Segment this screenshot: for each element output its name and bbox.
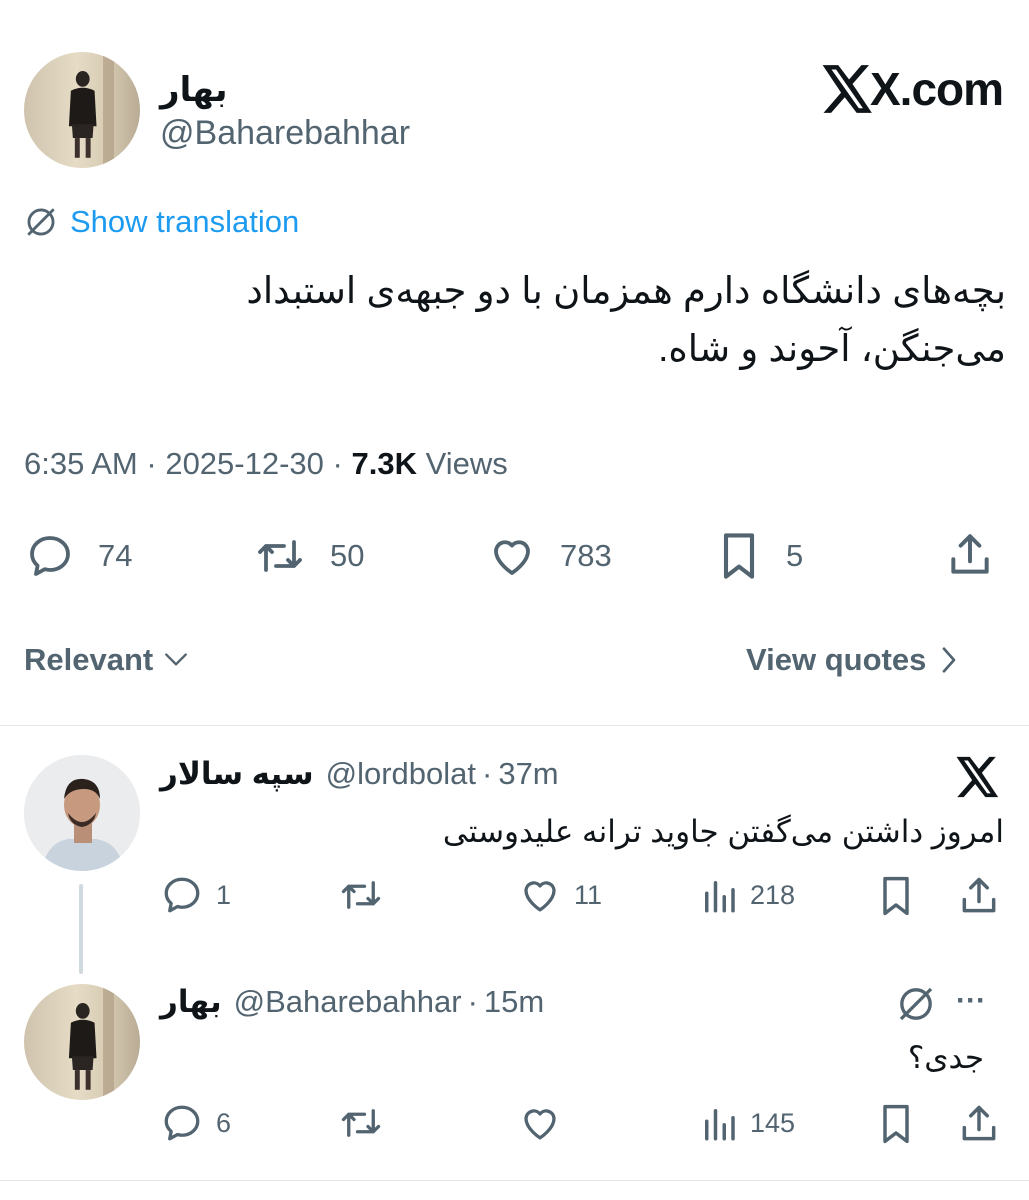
reply-icon [164,877,200,913]
repost-button[interactable]: 50 [252,532,364,580]
thread-connector [79,884,83,974]
more-icon: ··· [956,984,986,1017]
views-label: Views [425,446,508,481]
bookmark-button[interactable] [876,874,916,918]
reply-button[interactable]: 1 [160,874,231,916]
reply-header: بهار @Baharebahhar · 15m [160,984,544,1020]
bookmark-count: 5 [786,538,804,573]
tweet-date[interactable]: 2025-12-30 [165,446,324,481]
repost-button[interactable] [336,1102,386,1144]
show-translation-label: Show translation [70,204,300,239]
views-button[interactable]: 145 [700,1102,795,1144]
show-translation-link[interactable]: Show translation [24,204,299,240]
share-button[interactable] [956,874,1002,918]
view-quotes-label: View quotes [746,642,927,677]
views-count: 218 [750,879,796,910]
reply-author-handle[interactable]: @lordbolat [326,756,476,792]
bookmark-button[interactable] [876,1102,916,1146]
like-icon [524,881,556,912]
meta-separator: · [146,446,157,481]
like-button[interactable]: 783 [486,532,612,580]
tweet-meta: 6:35 AM · 2025-12-30 · 7.3K Views [24,446,508,482]
reply-text: جدی؟ [907,1040,984,1075]
sort-dropdown[interactable]: Relevant [24,642,189,678]
reply-button[interactable]: 74 [24,532,132,580]
more-options-button[interactable]: ··· [956,984,986,1018]
reply-count: 6 [216,1107,232,1138]
share-icon [951,534,989,574]
reply-icon [164,1105,200,1141]
reply-avatar[interactable] [24,755,140,871]
like-icon [524,1109,556,1140]
share-button[interactable] [944,530,996,580]
translate-button[interactable] [896,984,936,1024]
chevron-down-icon [165,653,188,666]
reply-time[interactable]: 15m [484,984,544,1020]
views-count: 7.3K [351,446,417,481]
reply-avatar[interactable] [24,984,140,1100]
reply-time[interactable]: 37m [498,756,558,792]
like-count: 783 [560,538,612,573]
views-count: 145 [750,1107,796,1138]
section-divider [0,725,1029,726]
meta-separator: · [467,984,478,1019]
x-logo [956,756,1000,798]
person-silhouette [69,71,97,159]
meta-separator: · [332,446,343,481]
chevron-right-icon [942,647,956,673]
reply-text: امروز داشتن می‌گفتن جاوید ترانه علیدوستی [442,814,1004,849]
sort-label: Relevant [24,642,154,677]
tweet-text-line-1: بچه‌های دانشگاه دارم همزمان با دو جبهه‌ی… [246,270,1006,311]
reply-header: سپه سالار @lordbolat · 37m [160,756,559,792]
repost-button[interactable] [336,874,386,916]
share-button[interactable] [956,1102,1002,1146]
reply-author-handle[interactable]: @Baharebahhar [234,984,462,1020]
translate-icon [27,208,55,236]
person-silhouette [69,1003,97,1091]
reply-count: 1 [216,879,232,910]
x-logo-icon [956,756,999,798]
repost-icon [341,1109,381,1137]
views-button[interactable]: 218 [700,874,795,916]
bookmark-icon [883,876,909,916]
reply-button[interactable]: 6 [160,1102,231,1144]
view-quotes-link[interactable]: View quotes [746,642,958,678]
reply-icon [30,536,70,576]
section-divider [0,1180,1029,1181]
author-name[interactable]: بهار [160,70,360,110]
bookmark-icon [723,533,755,579]
repost-icon [258,540,302,572]
repost-count: 50 [330,538,365,573]
repost-icon [341,881,381,909]
like-button[interactable] [518,1102,562,1144]
tweet-text: بچه‌های دانشگاه دارم همزمان با دو جبهه‌ی… [24,262,1006,378]
tweet-text-line-2: می‌جنگن، آحوند و شاه. [658,328,1006,369]
reply-author-name[interactable]: بهار [160,984,222,1020]
share-icon [962,877,996,913]
bookmark-button[interactable]: 5 [716,530,803,582]
like-button[interactable]: 11 [518,874,602,916]
meta-separator: · [482,756,493,791]
person-photo [24,755,140,871]
tweet-time[interactable]: 6:35 AM [24,446,138,481]
bookmark-icon [883,1104,909,1144]
author-handle[interactable]: @Baharebahhar [160,114,410,153]
like-icon [494,540,530,575]
analytics-icon [705,1109,735,1141]
analytics-icon [705,881,735,913]
reply-count: 74 [98,538,133,573]
x-logo: X.com [822,62,1004,116]
author-avatar[interactable] [24,52,140,168]
reply-author-name[interactable]: سپه سالار [160,756,314,792]
x-logo-icon [822,65,872,113]
translate-icon [899,987,933,1021]
share-icon [962,1105,996,1141]
site-label: X.com [870,63,1004,115]
like-count: 11 [574,879,603,910]
